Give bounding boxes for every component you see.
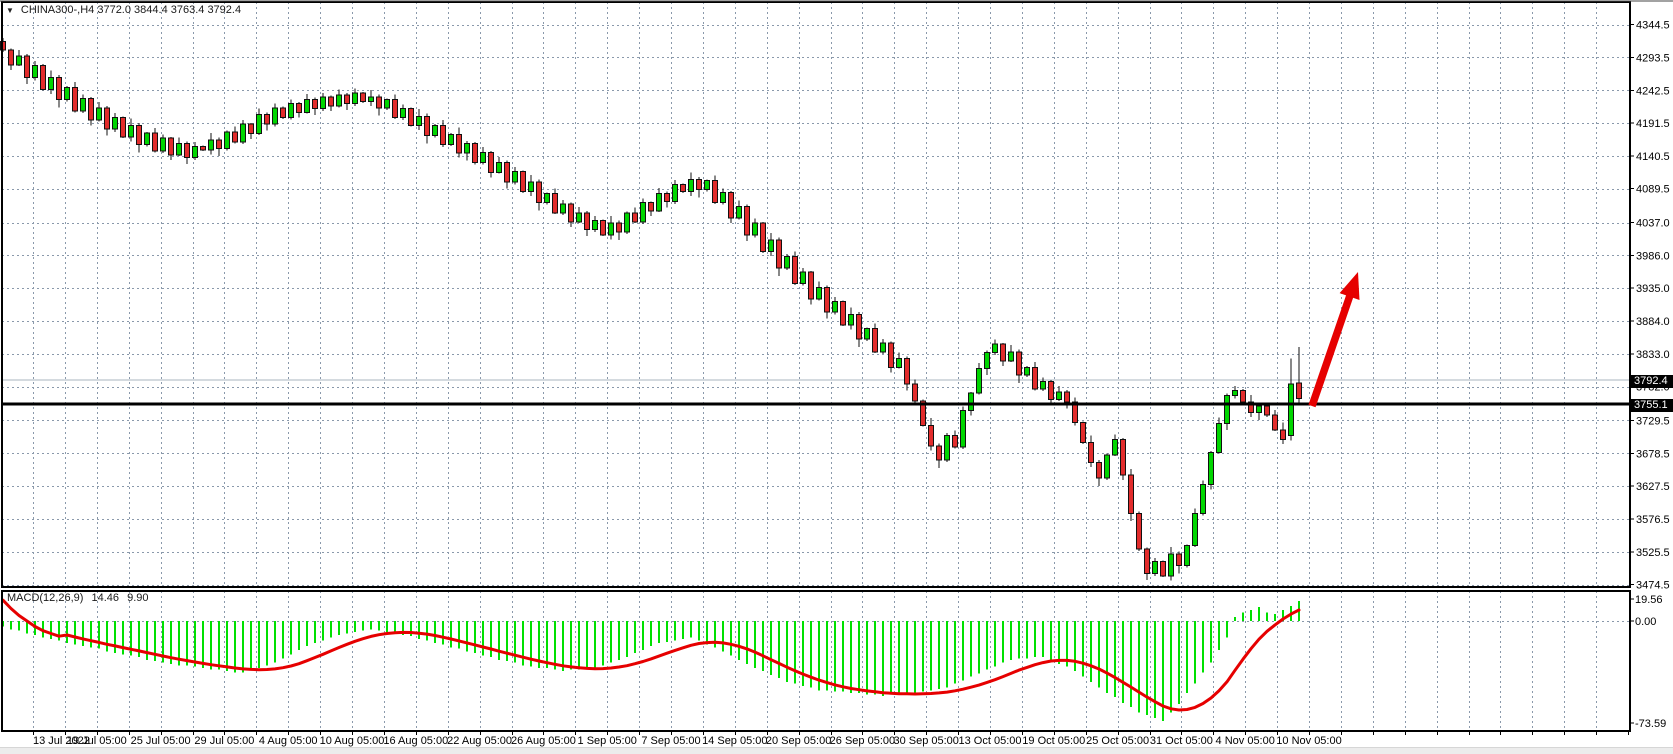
time-axis-label: 4 Nov 05:00 xyxy=(1216,735,1275,747)
time-axis-label: 1 Sep 05:00 xyxy=(578,735,637,747)
time-axis-label: 25 Oct 05:00 xyxy=(1086,735,1149,747)
time-axis-label: 26 Aug 05:00 xyxy=(511,735,576,747)
macd-indicator-label: MACD(12,26,9) 14.46 9.90 xyxy=(7,592,154,604)
price-axis-label: 4242.5 xyxy=(1636,85,1670,97)
price-axis-label: 3729.5 xyxy=(1636,415,1670,427)
price-axis-label: 3678.5 xyxy=(1636,448,1670,460)
macd-axis-label: -73.59 xyxy=(1635,718,1666,730)
macd-current-value: 14.46 xyxy=(91,592,119,604)
price-axis-label: 4140.5 xyxy=(1636,151,1670,163)
price-axis-label: 3986.0 xyxy=(1636,250,1670,262)
price-axis-label: 3474.5 xyxy=(1636,580,1670,592)
price-axis-label: 4191.5 xyxy=(1636,118,1670,130)
time-axis-label: 10 Aug 05:00 xyxy=(320,735,385,747)
price-axis-label: 4293.5 xyxy=(1636,52,1670,64)
time-axis-label: 26 Sep 05:00 xyxy=(830,735,895,747)
window-bottom-strip xyxy=(0,747,1673,754)
symbol-header: ▼ CHINA300-,H4 3772.0 3844.4 3763.4 3792… xyxy=(6,4,241,16)
time-axis-label: 19 Jul 05:00 xyxy=(67,735,127,747)
symbol-ohlc-label: CHINA300-,H4 3772.0 3844.4 3763.4 3792.4 xyxy=(21,4,241,16)
time-axis-label: 31 Oct 05:00 xyxy=(1150,735,1213,747)
chevron-down-icon[interactable]: ▼ xyxy=(6,6,14,15)
macd-title: MACD(12,26,9) xyxy=(7,592,83,604)
price-axis-label: 3884.0 xyxy=(1636,316,1670,328)
macd-signal-value: 9.90 xyxy=(127,592,148,604)
time-axis-label: 22 Aug 05:00 xyxy=(447,735,512,747)
time-axis-label: 20 Sep 05:00 xyxy=(766,735,831,747)
trading-chart-window: 4344.5 4293.5 4242.5 4191.5 4140.5 4089.5 4037… xyxy=(0,0,1673,754)
time-axis-label: 29 Jul 05:00 xyxy=(194,735,254,747)
current-price-badge: 3792.4 xyxy=(1631,375,1673,388)
price-axis-label: 3576.5 xyxy=(1636,514,1670,526)
price-axis-label: 4037.0 xyxy=(1636,218,1670,230)
time-axis-label: 25 Jul 05:00 xyxy=(131,735,191,747)
macd-axis-label: 0.00 xyxy=(1635,616,1656,628)
time-axis-label: 14 Sep 05:00 xyxy=(702,735,767,747)
time-axis-label: 7 Sep 05:00 xyxy=(641,735,700,747)
time-axis-label: 30 Sep 05:00 xyxy=(893,735,958,747)
support-line-badge[interactable]: 3755.1 xyxy=(1631,399,1673,412)
price-axis-label: 3525.5 xyxy=(1636,547,1670,559)
time-axis-label: 13 Oct 05:00 xyxy=(959,735,1022,747)
price-axis-label: 4089.5 xyxy=(1636,184,1670,196)
price-axis-label: 3627.5 xyxy=(1636,481,1670,493)
time-axis-label: 16 Aug 05:00 xyxy=(383,735,448,747)
time-axis-label: 19 Oct 05:00 xyxy=(1022,735,1085,747)
time-axis-label: 4 Aug 05:00 xyxy=(259,735,318,747)
macd-axis-label: 19.56 xyxy=(1635,594,1663,606)
time-axis-label: 10 Nov 05:00 xyxy=(1276,735,1341,747)
pane-backgrounds xyxy=(2,2,1630,731)
chart-canvas[interactable]: 4344.5 4293.5 4242.5 4191.5 4140.5 4089.5 4037… xyxy=(0,0,1673,754)
price-axis-label: 3833.0 xyxy=(1636,349,1670,361)
price-axis-label: 3935.0 xyxy=(1636,283,1670,295)
price-axis-label: 4344.5 xyxy=(1636,20,1670,32)
